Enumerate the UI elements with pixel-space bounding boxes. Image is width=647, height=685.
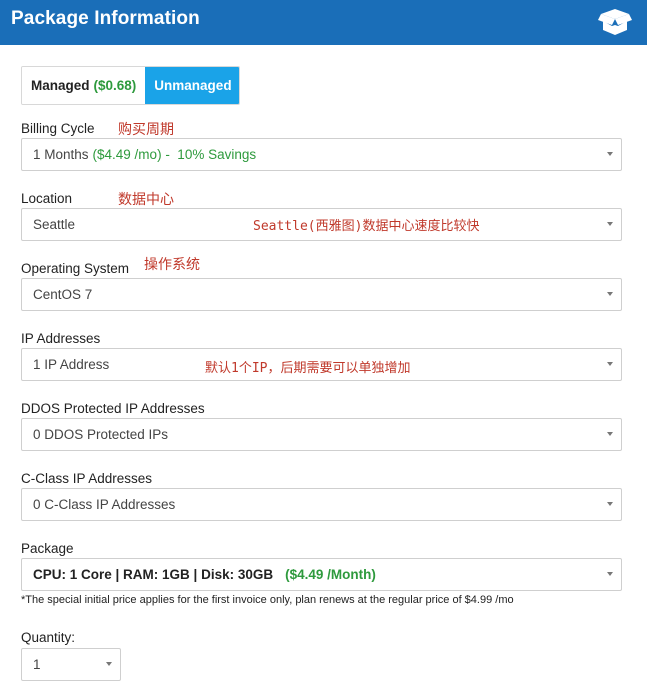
quantity-value: 1 <box>33 657 41 672</box>
cclass-select[interactable]: 0 C-Class IP Addresses <box>21 488 622 521</box>
os-value: CentOS 7 <box>33 287 93 302</box>
cclass-label: C-Class IP Addresses <box>21 471 153 486</box>
chevron-down-icon <box>607 222 613 226</box>
chevron-down-icon <box>607 292 613 296</box>
chevron-down-icon <box>106 662 112 666</box>
ip-inline-annotation: 默认1个IP，后期需要可以单独增加 <box>205 361 411 376</box>
open-box-icon <box>598 9 632 35</box>
location-label: Location <box>21 191 73 206</box>
tab-managed-price: ($0.68) <box>93 78 137 93</box>
billing-cycle-savings: - 10% Savings <box>161 147 257 162</box>
billing-cycle-price: ($4.49 /mo) <box>92 147 162 162</box>
quantity-label: Quantity: <box>21 630 76 645</box>
quantity-select[interactable]: 1 <box>21 648 121 681</box>
package-price: ($4.49 /Month) <box>285 567 376 582</box>
os-select[interactable]: CentOS 7 <box>21 278 622 311</box>
tab-unmanaged[interactable]: Unmanaged <box>145 67 239 104</box>
tab-managed[interactable]: Managed ($0.68) <box>22 67 146 104</box>
location-inline-annotation: Seattle(西雅图)数据中心速度比较快 <box>253 219 480 234</box>
location-value: Seattle <box>33 217 76 232</box>
tab-unmanaged-label: Unmanaged <box>154 78 232 93</box>
ddos-label: DDOS Protected IP Addresses <box>21 401 205 416</box>
ddos-select[interactable]: 0 DDOS Protected IPs <box>21 418 622 451</box>
billing-cycle-label: Billing Cycle <box>21 121 95 136</box>
chevron-down-icon <box>607 502 613 506</box>
chevron-down-icon <box>607 572 613 576</box>
pricing-note: *The special initial price applies for t… <box>21 594 514 606</box>
billing-cycle-value: 1 Months <box>33 147 89 162</box>
package-label: Package <box>21 541 74 556</box>
billing-cycle-annotation: 购买周期 <box>118 122 174 138</box>
ddos-value: 0 DDOS Protected IPs <box>33 427 169 442</box>
page-header: Package Information <box>0 0 647 45</box>
page-title: Package Information <box>11 8 200 29</box>
location-annotation: 数据中心 <box>118 192 174 208</box>
package-select[interactable]: CPU: 1 Core | RAM: 1GB | Disk: 30GB ($4.… <box>21 558 622 591</box>
os-annotation: 操作系统 <box>144 257 200 273</box>
cclass-value: 0 C-Class IP Addresses <box>33 497 176 512</box>
ip-value: 1 IP Address <box>33 357 110 372</box>
chevron-down-icon <box>607 432 613 436</box>
package-specs: CPU: 1 Core | RAM: 1GB | Disk: 30GB <box>33 567 274 582</box>
chevron-down-icon <box>607 362 613 366</box>
ip-label: IP Addresses <box>21 331 101 346</box>
chevron-down-icon <box>607 152 613 156</box>
management-tabs: Managed ($0.68) Unmanaged <box>21 66 240 105</box>
os-label: Operating System <box>21 261 130 276</box>
billing-cycle-select[interactable]: 1 Months ($4.49 /mo) - 10% Savings <box>21 138 622 171</box>
tab-managed-label: Managed <box>31 78 90 93</box>
